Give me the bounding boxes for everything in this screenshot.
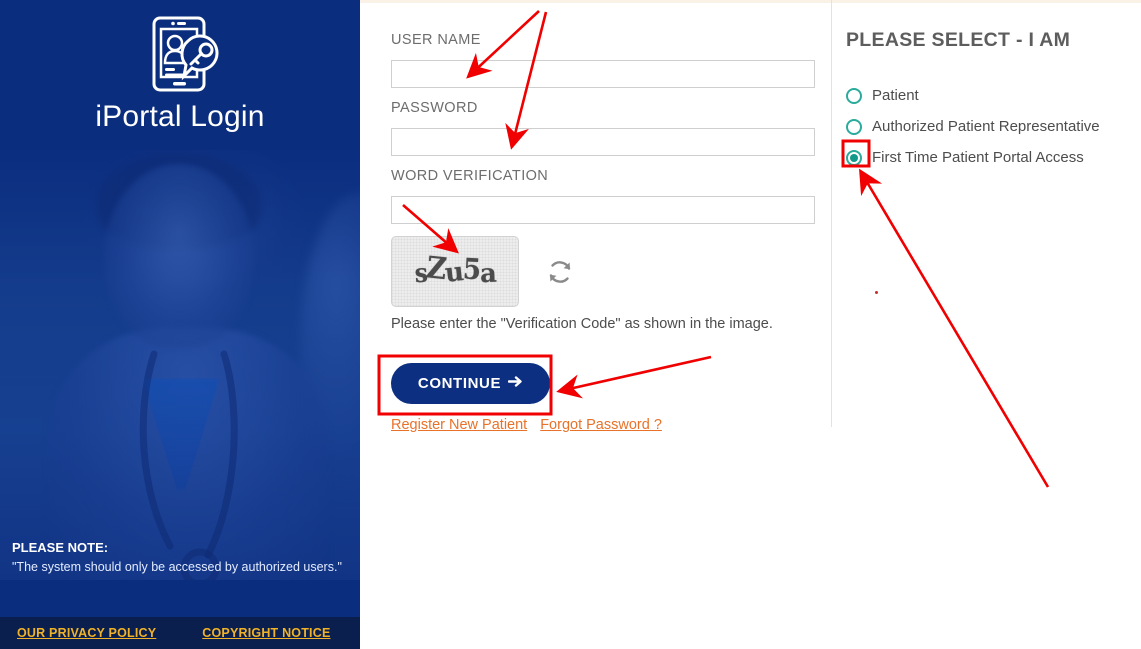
- please-note-title: PLEASE NOTE:: [12, 540, 109, 555]
- radio-option-label: Patient: [872, 87, 919, 104]
- captcha-char: a: [479, 258, 497, 289]
- refresh-circular-arrow-icon[interactable]: [545, 257, 575, 287]
- please-note-text: "The system should only be accessed by a…: [12, 560, 342, 574]
- role-radio-group: Patient Authorized Patient Representativ…: [846, 80, 1100, 173]
- form-links: Register New Patient Forgot Password ?: [391, 417, 662, 433]
- register-new-patient-link[interactable]: Register New Patient: [391, 417, 527, 433]
- vertical-divider: [831, 0, 832, 427]
- radio-option-patient[interactable]: Patient: [846, 80, 1100, 111]
- login-page: iPortal Login PLEASE NOTE: "The system s…: [0, 0, 1141, 649]
- word-verification-input[interactable]: [391, 196, 815, 224]
- username-input[interactable]: [391, 60, 815, 88]
- radio-circle-selected-icon: [846, 149, 862, 166]
- radio-option-label: Authorized Patient Representative: [872, 118, 1100, 135]
- forgot-password-link[interactable]: Forgot Password ?: [540, 417, 662, 433]
- radio-option-first-time-access[interactable]: First Time Patient Portal Access: [846, 142, 1100, 173]
- word-verification-label: WORD VERIFICATION: [391, 168, 549, 184]
- captcha-row: sZu5a: [391, 236, 575, 307]
- captcha-image: sZu5a: [391, 236, 519, 307]
- arrow-to-first-time-radio: [859, 168, 1050, 488]
- please-note-block: PLEASE NOTE: "The system should only be …: [12, 540, 348, 577]
- radio-option-label: First Time Patient Portal Access: [872, 149, 1084, 166]
- privacy-policy-link[interactable]: OUR PRIVACY POLICY: [17, 626, 156, 640]
- radio-circle-icon: [846, 118, 862, 135]
- tablet-user-key-icon: [136, 16, 224, 98]
- captcha-char: 5: [462, 252, 482, 287]
- brand-panel: iPortal Login PLEASE NOTE: "The system s…: [0, 0, 360, 649]
- clinician-background-photo: [0, 150, 360, 580]
- captcha-text: sZu5a: [414, 250, 497, 289]
- left-footer-bar: OUR PRIVACY POLICY COPYRIGHT NOTICE: [0, 617, 360, 649]
- select-role-title: PLEASE SELECT - I AM: [846, 29, 1071, 51]
- radio-option-authorized-representative[interactable]: Authorized Patient Representative: [846, 111, 1100, 142]
- logo: [0, 14, 360, 99]
- password-label: PASSWORD: [391, 100, 478, 116]
- arrow-to-continue-button: [556, 355, 712, 399]
- continue-button[interactable]: CONTINUE: [391, 363, 550, 404]
- page-title: iPortal Login: [95, 100, 265, 133]
- continue-button-label: CONTINUE: [417, 375, 502, 392]
- username-label: USER NAME: [391, 32, 481, 48]
- annotation-dot: [875, 291, 878, 294]
- radio-circle-icon: [846, 87, 862, 104]
- arrow-right-icon: [507, 375, 523, 392]
- captcha-hint-text: Please enter the "Verification Code" as …: [391, 316, 773, 332]
- copyright-notice-link[interactable]: COPYRIGHT NOTICE: [202, 626, 330, 640]
- password-input[interactable]: [391, 128, 815, 156]
